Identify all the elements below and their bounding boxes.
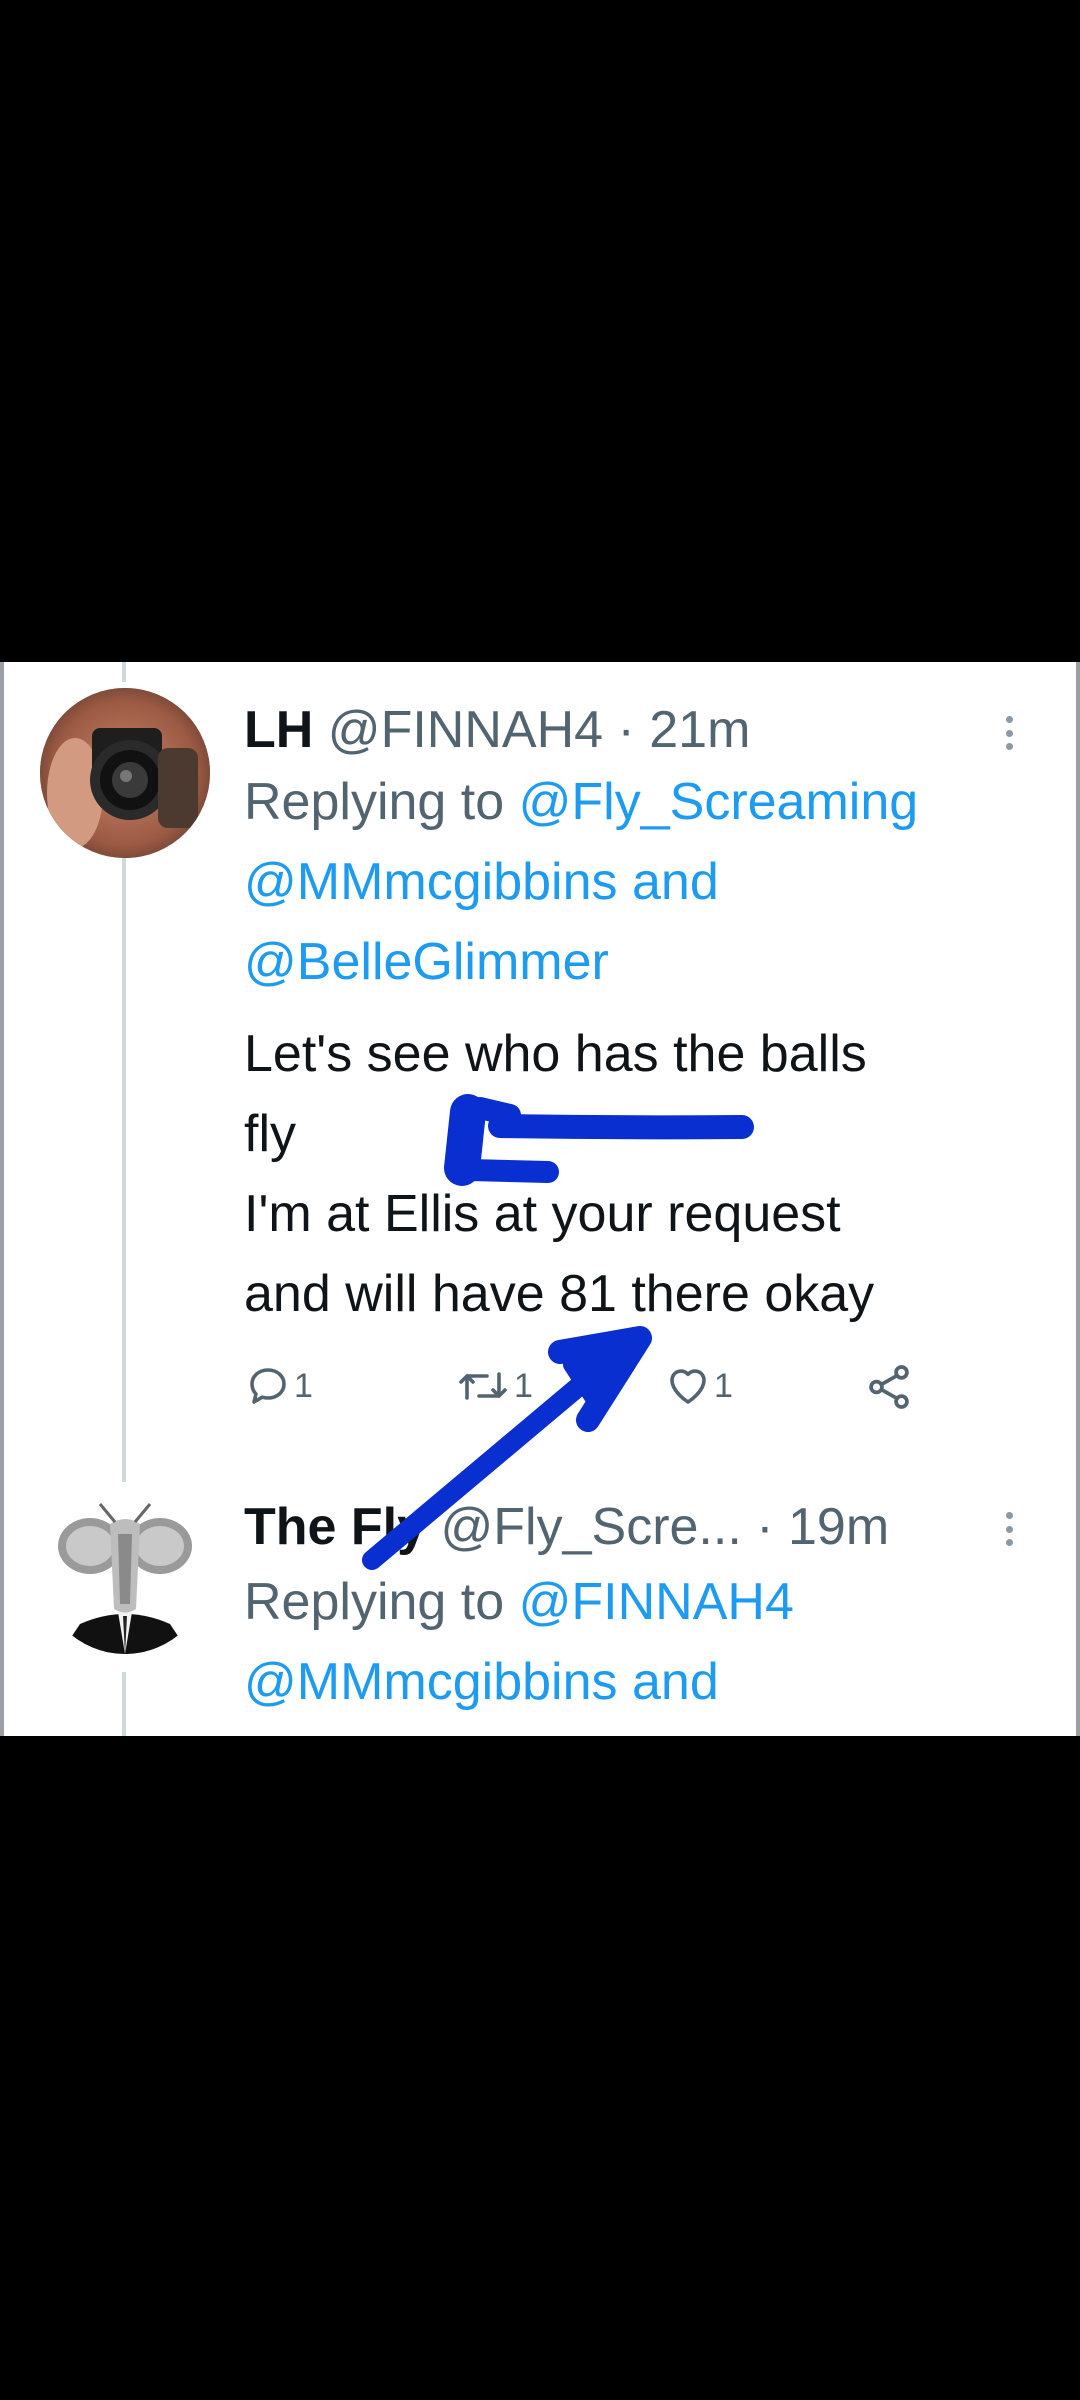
tweet1-text-line: and will have 81 there okay	[244, 1265, 875, 1323]
retweet-count: 1	[514, 1366, 533, 1405]
tweet2-timestamp[interactable]: 19m	[788, 1498, 889, 1556]
like-button[interactable]: 1	[664, 1362, 733, 1410]
reply-count: 1	[294, 1366, 313, 1405]
and-others-link[interactable]: and	[618, 853, 719, 911]
tweet1-action-bar: 1 1 1	[244, 1362, 944, 1422]
tweet1-replying-to-line2: @MMmcgibbins and	[244, 842, 719, 922]
tweet2-replying-to-line2: @MMmcgibbins and	[244, 1642, 719, 1722]
tweet2-handle[interactable]: @Fly_Scre...	[440, 1498, 741, 1556]
tweet2-replying-to-line1: Replying to @FINNAH4	[244, 1562, 794, 1642]
tweet1-separator: ·	[603, 701, 650, 759]
reply-button[interactable]: 1	[244, 1362, 313, 1410]
more-options-icon[interactable]	[1003, 716, 1015, 750]
mention-link[interactable]: @BelleGlimmer	[244, 933, 609, 991]
more-options-icon[interactable]	[1003, 1512, 1015, 1546]
tweet1-replying-to-line1: Replying to @Fly_Screaming	[244, 762, 918, 842]
tweet1-text-line: fly	[244, 1105, 296, 1163]
tweet1-handle[interactable]: @FINNAH4	[328, 701, 603, 759]
card-right-border	[1076, 662, 1080, 1736]
retweet-icon	[459, 1372, 507, 1400]
tweet1-timestamp[interactable]: 21m	[649, 701, 750, 759]
tweet-thread-card: LH @FINNAH4 · 21m Replying to @Fly_Screa…	[0, 662, 1080, 1736]
mention-link[interactable]: @Fly_Screaming	[519, 773, 919, 831]
tweet1-header: LH @FINNAH4 · 21m	[244, 700, 750, 760]
tweet2-display-name[interactable]: The Fly	[244, 1498, 426, 1556]
avatar-the-fly[interactable]	[40, 1484, 210, 1654]
share-button[interactable]	[864, 1362, 914, 1412]
tweet1-display-name[interactable]: LH	[244, 701, 313, 759]
and-others-link[interactable]: and	[618, 1653, 719, 1711]
heart-icon	[670, 1369, 706, 1404]
share-icon	[869, 1365, 909, 1409]
reply-icon	[250, 1368, 286, 1404]
tweet1-replying-to-line3: @BelleGlimmer	[244, 922, 609, 1002]
tweet1-text-line: Let's see who has the balls	[244, 1025, 867, 1083]
tweet2-header: The Fly @Fly_Scre... · 19m	[244, 1497, 889, 1557]
tweet1-text-line: I'm at Ellis at your request	[244, 1185, 841, 1243]
card-left-border	[0, 662, 4, 1736]
replying-to-label: Replying to	[244, 773, 519, 831]
screenshot-page: LH @FINNAH4 · 21m Replying to @Fly_Screa…	[0, 0, 1080, 2400]
mention-link[interactable]: @MMmcgibbins	[244, 1653, 618, 1711]
mention-link[interactable]: @MMmcgibbins	[244, 853, 618, 911]
replying-to-label: Replying to	[244, 1573, 519, 1631]
like-count: 1	[714, 1366, 733, 1405]
retweet-button[interactable]: 1	[454, 1362, 533, 1410]
tweet2-separator: ·	[741, 1498, 788, 1556]
mention-link[interactable]: @FINNAH4	[519, 1573, 794, 1631]
avatar-lh[interactable]	[40, 688, 210, 858]
